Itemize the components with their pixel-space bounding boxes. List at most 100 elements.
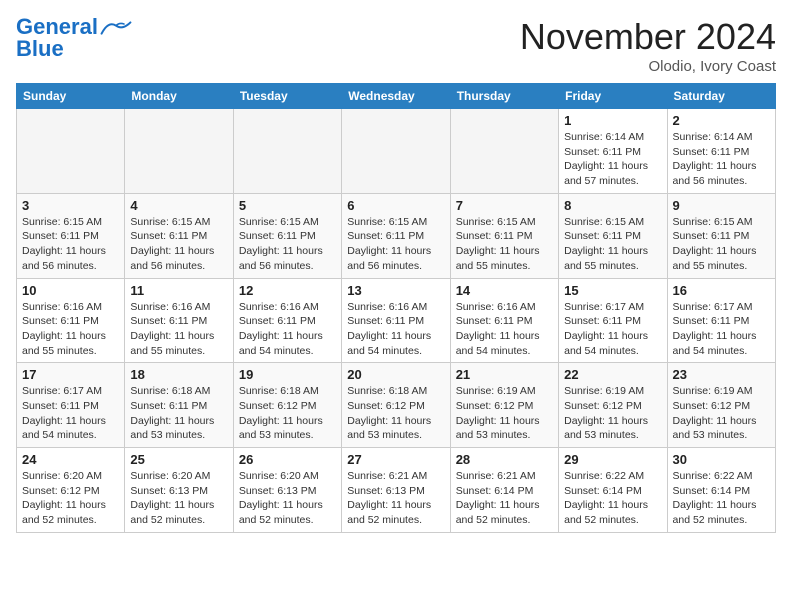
day-info: Sunrise: 6:15 AMSunset: 6:11 PMDaylight:… [564, 215, 661, 274]
day-cell: 5 Sunrise: 6:15 AMSunset: 6:11 PMDayligh… [233, 193, 341, 278]
day-cell: 6 Sunrise: 6:15 AMSunset: 6:11 PMDayligh… [342, 193, 450, 278]
day-cell: 30 Sunrise: 6:22 AMSunset: 6:14 PMDaylig… [667, 448, 775, 533]
day-number: 11 [130, 283, 227, 298]
day-cell: 20 Sunrise: 6:18 AMSunset: 6:12 PMDaylig… [342, 363, 450, 448]
day-number: 3 [22, 198, 119, 213]
day-number: 17 [22, 367, 119, 382]
day-number: 8 [564, 198, 661, 213]
day-cell: 10 Sunrise: 6:16 AMSunset: 6:11 PMDaylig… [17, 278, 125, 363]
day-number: 23 [673, 367, 770, 382]
day-cell [450, 109, 558, 194]
day-cell: 17 Sunrise: 6:17 AMSunset: 6:11 PMDaylig… [17, 363, 125, 448]
week-row-3: 10 Sunrise: 6:16 AMSunset: 6:11 PMDaylig… [17, 278, 776, 363]
day-number: 20 [347, 367, 444, 382]
calendar-body: 1 Sunrise: 6:14 AMSunset: 6:11 PMDayligh… [17, 109, 776, 533]
day-number: 19 [239, 367, 336, 382]
day-info: Sunrise: 6:15 AMSunset: 6:11 PMDaylight:… [239, 215, 336, 274]
day-number: 25 [130, 452, 227, 467]
day-info: Sunrise: 6:15 AMSunset: 6:11 PMDaylight:… [22, 215, 119, 274]
day-info: Sunrise: 6:15 AMSunset: 6:11 PMDaylight:… [347, 215, 444, 274]
title-block: November 2024 Olodio, Ivory Coast [520, 16, 776, 75]
day-info: Sunrise: 6:14 AMSunset: 6:11 PMDaylight:… [673, 130, 770, 189]
day-cell [17, 109, 125, 194]
day-info: Sunrise: 6:20 AMSunset: 6:13 PMDaylight:… [239, 469, 336, 528]
day-cell: 1 Sunrise: 6:14 AMSunset: 6:11 PMDayligh… [559, 109, 667, 194]
day-cell: 27 Sunrise: 6:21 AMSunset: 6:13 PMDaylig… [342, 448, 450, 533]
weekday-wednesday: Wednesday [342, 84, 450, 109]
day-number: 5 [239, 198, 336, 213]
day-cell: 7 Sunrise: 6:15 AMSunset: 6:11 PMDayligh… [450, 193, 558, 278]
day-number: 29 [564, 452, 661, 467]
day-info: Sunrise: 6:15 AMSunset: 6:11 PMDaylight:… [456, 215, 553, 274]
day-number: 28 [456, 452, 553, 467]
day-cell: 24 Sunrise: 6:20 AMSunset: 6:12 PMDaylig… [17, 448, 125, 533]
day-number: 14 [456, 283, 553, 298]
day-cell [125, 109, 233, 194]
week-row-4: 17 Sunrise: 6:17 AMSunset: 6:11 PMDaylig… [17, 363, 776, 448]
logo-text: GeneralBlue [16, 16, 98, 60]
day-info: Sunrise: 6:21 AMSunset: 6:13 PMDaylight:… [347, 469, 444, 528]
day-cell [233, 109, 341, 194]
day-number: 9 [673, 198, 770, 213]
day-cell: 18 Sunrise: 6:18 AMSunset: 6:11 PMDaylig… [125, 363, 233, 448]
day-info: Sunrise: 6:19 AMSunset: 6:12 PMDaylight:… [564, 384, 661, 443]
day-info: Sunrise: 6:17 AMSunset: 6:11 PMDaylight:… [673, 300, 770, 359]
day-cell: 15 Sunrise: 6:17 AMSunset: 6:11 PMDaylig… [559, 278, 667, 363]
weekday-saturday: Saturday [667, 84, 775, 109]
day-number: 13 [347, 283, 444, 298]
day-info: Sunrise: 6:20 AMSunset: 6:12 PMDaylight:… [22, 469, 119, 528]
day-number: 18 [130, 367, 227, 382]
day-cell: 9 Sunrise: 6:15 AMSunset: 6:11 PMDayligh… [667, 193, 775, 278]
week-row-5: 24 Sunrise: 6:20 AMSunset: 6:12 PMDaylig… [17, 448, 776, 533]
day-cell: 4 Sunrise: 6:15 AMSunset: 6:11 PMDayligh… [125, 193, 233, 278]
day-info: Sunrise: 6:16 AMSunset: 6:11 PMDaylight:… [22, 300, 119, 359]
day-cell: 22 Sunrise: 6:19 AMSunset: 6:12 PMDaylig… [559, 363, 667, 448]
day-cell: 21 Sunrise: 6:19 AMSunset: 6:12 PMDaylig… [450, 363, 558, 448]
month-title: November 2024 [520, 16, 776, 58]
day-info: Sunrise: 6:16 AMSunset: 6:11 PMDaylight:… [130, 300, 227, 359]
day-number: 16 [673, 283, 770, 298]
day-number: 30 [673, 452, 770, 467]
day-number: 22 [564, 367, 661, 382]
day-info: Sunrise: 6:19 AMSunset: 6:12 PMDaylight:… [456, 384, 553, 443]
day-info: Sunrise: 6:15 AMSunset: 6:11 PMDaylight:… [673, 215, 770, 274]
day-number: 10 [22, 283, 119, 298]
weekday-friday: Friday [559, 84, 667, 109]
day-number: 15 [564, 283, 661, 298]
day-info: Sunrise: 6:22 AMSunset: 6:14 PMDaylight:… [673, 469, 770, 528]
page-header: GeneralBlue November 2024 Olodio, Ivory … [16, 16, 776, 75]
logo-bird-icon [100, 19, 132, 37]
day-cell: 12 Sunrise: 6:16 AMSunset: 6:11 PMDaylig… [233, 278, 341, 363]
day-cell: 8 Sunrise: 6:15 AMSunset: 6:11 PMDayligh… [559, 193, 667, 278]
day-info: Sunrise: 6:16 AMSunset: 6:11 PMDaylight:… [347, 300, 444, 359]
week-row-2: 3 Sunrise: 6:15 AMSunset: 6:11 PMDayligh… [17, 193, 776, 278]
day-info: Sunrise: 6:16 AMSunset: 6:11 PMDaylight:… [239, 300, 336, 359]
calendar-table: SundayMondayTuesdayWednesdayThursdayFrid… [16, 83, 776, 533]
day-info: Sunrise: 6:17 AMSunset: 6:11 PMDaylight:… [22, 384, 119, 443]
day-cell: 16 Sunrise: 6:17 AMSunset: 6:11 PMDaylig… [667, 278, 775, 363]
day-number: 7 [456, 198, 553, 213]
day-cell: 26 Sunrise: 6:20 AMSunset: 6:13 PMDaylig… [233, 448, 341, 533]
weekday-sunday: Sunday [17, 84, 125, 109]
week-row-1: 1 Sunrise: 6:14 AMSunset: 6:11 PMDayligh… [17, 109, 776, 194]
day-info: Sunrise: 6:18 AMSunset: 6:11 PMDaylight:… [130, 384, 227, 443]
day-info: Sunrise: 6:20 AMSunset: 6:13 PMDaylight:… [130, 469, 227, 528]
location: Olodio, Ivory Coast [520, 58, 776, 75]
day-number: 24 [22, 452, 119, 467]
weekday-tuesday: Tuesday [233, 84, 341, 109]
day-number: 4 [130, 198, 227, 213]
day-cell: 3 Sunrise: 6:15 AMSunset: 6:11 PMDayligh… [17, 193, 125, 278]
day-info: Sunrise: 6:15 AMSunset: 6:11 PMDaylight:… [130, 215, 227, 274]
day-cell: 25 Sunrise: 6:20 AMSunset: 6:13 PMDaylig… [125, 448, 233, 533]
day-cell: 23 Sunrise: 6:19 AMSunset: 6:12 PMDaylig… [667, 363, 775, 448]
day-info: Sunrise: 6:14 AMSunset: 6:11 PMDaylight:… [564, 130, 661, 189]
day-number: 27 [347, 452, 444, 467]
weekday-monday: Monday [125, 84, 233, 109]
day-info: Sunrise: 6:19 AMSunset: 6:12 PMDaylight:… [673, 384, 770, 443]
day-info: Sunrise: 6:22 AMSunset: 6:14 PMDaylight:… [564, 469, 661, 528]
day-number: 1 [564, 113, 661, 128]
day-number: 21 [456, 367, 553, 382]
day-cell: 13 Sunrise: 6:16 AMSunset: 6:11 PMDaylig… [342, 278, 450, 363]
day-number: 12 [239, 283, 336, 298]
day-info: Sunrise: 6:17 AMSunset: 6:11 PMDaylight:… [564, 300, 661, 359]
